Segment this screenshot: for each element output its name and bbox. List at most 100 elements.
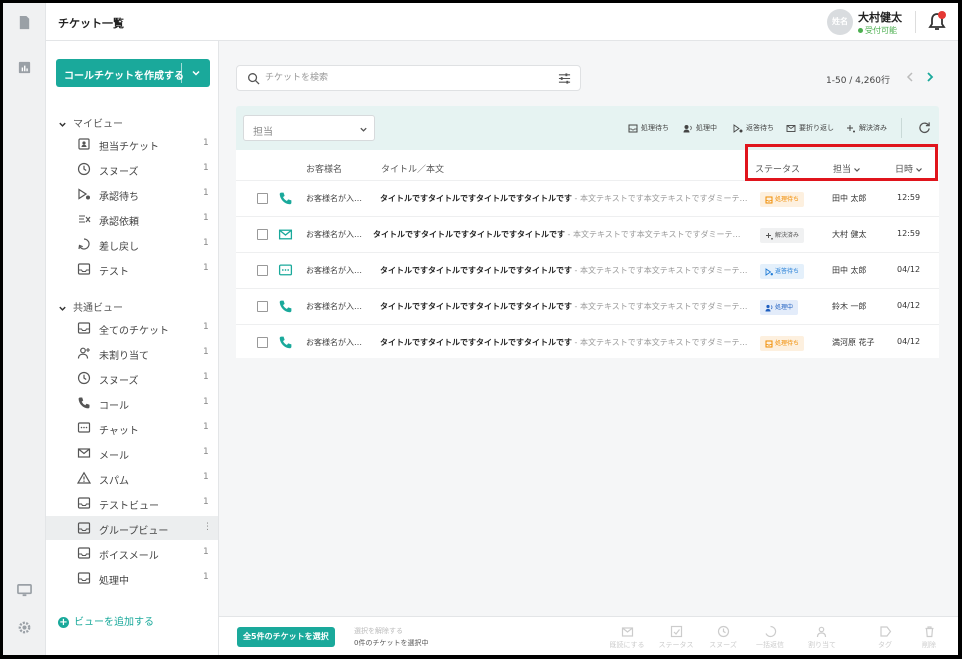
search-icon (248, 73, 260, 85)
sidebar-item-count: 1 (203, 138, 209, 148)
table-row[interactable]: お客様名が入… タイトルですタイトルですタイトルですタイトルです - 本文テキスト… (236, 216, 939, 252)
bulk-action-icon (621, 627, 633, 637)
filter-settings-icon[interactable] (558, 72, 571, 85)
monitor-icon[interactable] (17, 583, 32, 598)
user-name[interactable]: 大村健太 (858, 9, 902, 25)
request-icon (79, 215, 91, 223)
add-view-label: ビューを追加する (74, 617, 154, 628)
sidebar-item-shared-0[interactable]: 全てのチケット 1 (46, 316, 218, 340)
status-badge: 解決済み (760, 228, 805, 243)
sidebar-item-label: スパム (99, 476, 129, 487)
mark-in-progress-button[interactable]: 処理中 (683, 123, 717, 133)
user-status-text: 受付可能 (865, 26, 897, 35)
sidebar-item-my-0[interactable]: 担当チケット 1 (46, 132, 218, 156)
mark-resolved-button[interactable]: 解決済み (846, 123, 887, 133)
mark-waiting-button[interactable]: 処理待ち (628, 123, 669, 133)
status-dot-icon (858, 28, 863, 33)
bulk-action-icon (925, 626, 933, 638)
row-body: - 本文テキストです本文テキストですダミーテ… (572, 266, 748, 275)
table-row[interactable]: お客様名が入… タイトルですタイトルですタイトルですタイトルです - 本文テキスト… (236, 180, 939, 216)
sidebar-item-shared-3[interactable]: コール 1 (46, 391, 218, 415)
sidebar-item-count: 1 (203, 263, 209, 273)
report-icon[interactable] (17, 60, 32, 75)
mark-in-progress-label: 処理中 (696, 124, 717, 132)
bulk-action-4[interactable]: 割り当て (802, 625, 842, 650)
chevron-right-icon[interactable] (925, 71, 935, 83)
status-icon (765, 340, 773, 347)
sidebar-item-shared-5[interactable]: メール 1 (46, 441, 218, 465)
row-time: 04/12 (897, 337, 921, 346)
document-icon[interactable] (17, 15, 32, 30)
sidebar-item-my-1[interactable]: スヌーズ 1 (46, 157, 218, 181)
sidebar-item-label: メール (99, 451, 129, 462)
bulk-action-icon (816, 626, 826, 638)
sidebar-item-shared-1[interactable]: 未割り当て 1 (46, 341, 218, 365)
row-checkbox[interactable] (257, 265, 268, 276)
deselect-link[interactable]: 選択を解除する (354, 626, 403, 636)
row-checkbox[interactable] (257, 337, 268, 348)
bulk-action-6[interactable]: 削除 (909, 625, 949, 650)
refresh-icon[interactable] (918, 121, 931, 134)
shared-view-section[interactable]: 共通ビュー (58, 299, 123, 314)
row-checkbox[interactable] (257, 193, 268, 204)
row-subject: タイトルですタイトルですタイトルですタイトルです - 本文テキストです本文テキス… (380, 302, 748, 311)
mail-icon (278, 229, 293, 240)
assignee-select[interactable]: 担当 (243, 115, 375, 141)
status-badge: 処理待ち (760, 192, 805, 207)
approval-icon (78, 188, 90, 200)
my-view-section[interactable]: マイビュー (58, 115, 123, 130)
bulk-action-label: ステータス (658, 641, 694, 649)
status-badge: 処理待ち (760, 336, 805, 351)
row-assignee: 田中 太郎 (832, 194, 867, 203)
table-row[interactable]: お客様名が入… タイトルですタイトルですタイトルですタイトルです - 本文テキスト… (236, 324, 939, 360)
select-all-button[interactable]: 全5件のチケットを選択 (237, 627, 335, 647)
sidebar-item-shared-4[interactable]: チャット 1 (46, 416, 218, 440)
table-row[interactable]: お客様名が入… タイトルですタイトルですタイトルですタイトルです - 本文テキスト… (236, 252, 939, 288)
sidebar-item-my-2[interactable]: 承認待ち 1 (46, 182, 218, 206)
sidebar-item-label: スヌーズ (99, 167, 139, 178)
create-call-ticket-button[interactable]: コールチケットを作成する (56, 59, 210, 87)
bulk-action-1[interactable]: ステータス (656, 625, 696, 650)
icon-rail (3, 3, 46, 655)
mark-awaiting-reply-label: 返答待ち (746, 124, 774, 132)
add-view-button[interactable]: + ビューを追加する (58, 613, 154, 628)
row-checkbox[interactable] (257, 301, 268, 312)
sidebar-item-count[interactable]: ⋮ (203, 522, 212, 532)
table-row[interactable]: お客様名が入… タイトルですタイトルですタイトルですタイトルです - 本文テキスト… (236, 288, 939, 324)
mark-awaiting-reply-button[interactable]: 返答待ち (733, 123, 774, 133)
bulk-action-2[interactable]: スヌーズ (703, 625, 743, 650)
button-divider (181, 63, 182, 83)
sidebar-item-shared-2[interactable]: スヌーズ 1 (46, 366, 218, 390)
sidebar-item-shared-9[interactable]: ボイスメール 1 (46, 541, 218, 565)
plus-icon: + (58, 617, 69, 628)
bulk-action-label: スヌーズ (709, 641, 737, 649)
resolved-icon (847, 124, 855, 132)
row-body: - 本文テキストです本文テキストですダミーテ… (572, 194, 748, 203)
sidebar-item-count: 1 (203, 238, 209, 248)
bulk-action-3[interactable]: 一括返信 (750, 625, 790, 650)
inbox-icon (628, 124, 638, 132)
row-customer: お客様名が入… (306, 302, 362, 311)
sidebar-item-label: チャット (99, 426, 139, 437)
sidebar-item-label: テスト (99, 267, 129, 278)
chevron-down-icon[interactable] (190, 67, 202, 79)
sidebar-item-shared-8[interactable]: グループビュー ⋮ (46, 516, 218, 540)
sidebar-item-label: 担当チケット (99, 142, 159, 153)
bulk-action-0[interactable]: 既読にする (607, 625, 647, 650)
avatar[interactable]: 姓名 (827, 9, 853, 35)
row-checkbox[interactable] (257, 229, 268, 240)
sidebar-item-shared-10[interactable]: 処理中 1 (46, 566, 218, 590)
gear-icon[interactable] (17, 620, 32, 635)
user-status[interactable]: 受付可能 (858, 25, 897, 36)
sidebar-item-my-5[interactable]: テスト 1 (46, 257, 218, 281)
sidebar-item-shared-7[interactable]: テストビュー 1 (46, 491, 218, 515)
mark-callback-button[interactable]: 要折り返し (786, 123, 834, 133)
return-icon (78, 238, 90, 250)
chevron-left-icon[interactable] (905, 71, 915, 83)
search-input[interactable] (265, 70, 545, 86)
sidebar-item-my-4[interactable]: 差し戻し 1 (46, 232, 218, 256)
sidebar-item-shared-6[interactable]: スパム 1 (46, 466, 218, 490)
sidebar-item-my-3[interactable]: 承認依頼 1 (46, 207, 218, 231)
bulk-action-5[interactable]: タグ (865, 625, 905, 650)
bulk-action-icon (764, 625, 776, 638)
